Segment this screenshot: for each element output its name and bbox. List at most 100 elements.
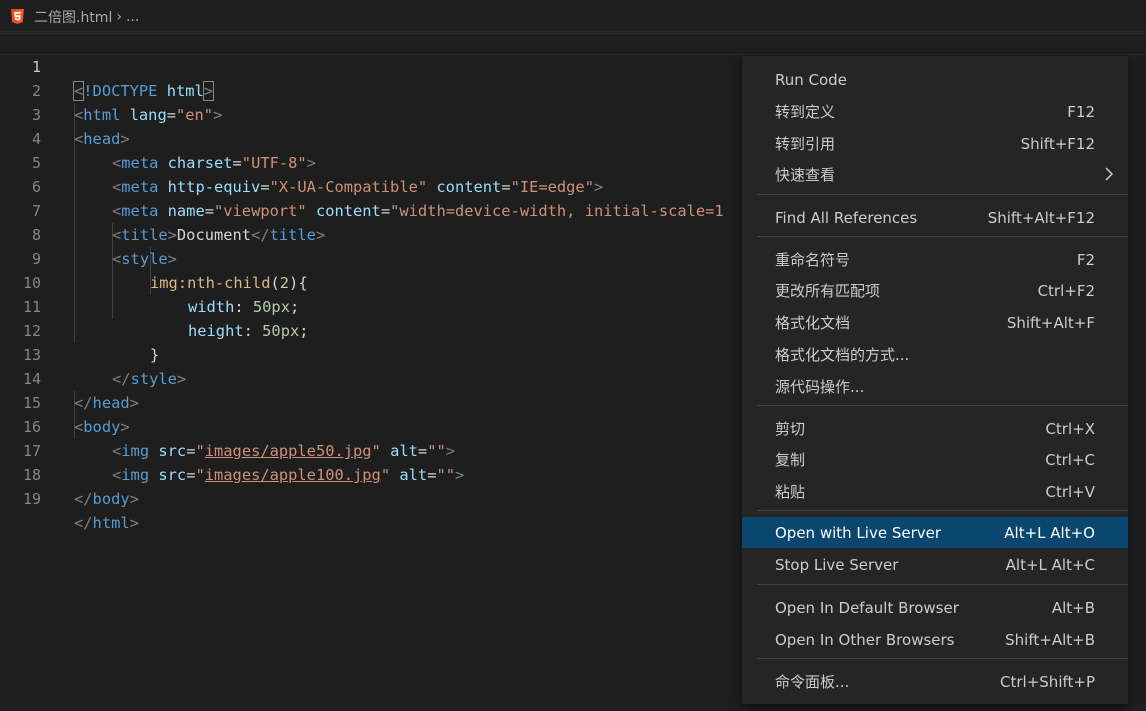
code-token: content xyxy=(315,202,381,220)
code-token: content xyxy=(436,178,502,196)
menu-item-label: Open In Other Browsers xyxy=(775,630,955,649)
code-token: > xyxy=(455,466,465,484)
code-token: " xyxy=(371,442,381,460)
code-token: > xyxy=(120,418,130,436)
menu-item-paste[interactable]: 粘贴 Ctrl+V xyxy=(742,476,1128,507)
code-token: = xyxy=(260,178,270,196)
code-token: "viewport" xyxy=(214,202,307,220)
menu-item-label: 复制 xyxy=(775,451,806,469)
breadcrumb-symbol[interactable]: ... xyxy=(126,9,139,25)
code-token: < xyxy=(72,81,85,101)
code-token: html xyxy=(92,514,130,532)
code-token: img xyxy=(121,442,150,460)
menu-item-peek[interactable]: 快速查看 xyxy=(742,159,1128,190)
code-line: 19 </html> xyxy=(0,463,139,532)
menu-item-label: 源代码操作... xyxy=(775,378,865,396)
code-line: 15 <body> xyxy=(0,367,130,436)
menu-item-command-palette[interactable]: 命令面板... Ctrl+Shift+P xyxy=(742,666,1128,697)
code-link[interactable]: images/apple100.jpg xyxy=(205,466,381,484)
code-token: > xyxy=(129,514,139,532)
menu-item-shortcut: F12 xyxy=(1067,102,1095,121)
menu-item-shortcut: F2 xyxy=(1076,250,1095,269)
menu-item-open-other-browsers[interactable]: Open In Other Browsers Shift+Alt+B xyxy=(742,624,1128,655)
menu-item-run-code[interactable]: Run Code xyxy=(742,64,1128,95)
code-token: = xyxy=(417,442,428,460)
code-token: > xyxy=(202,81,215,101)
menu-item-label: Open with Live Server xyxy=(775,523,942,542)
code-line: 5 <meta http-equiv="X-UA-Compatible" con… xyxy=(0,127,603,196)
code-token: 50px xyxy=(262,322,300,340)
line-number: 19 xyxy=(22,490,41,508)
menu-item-format-document-with[interactable]: 格式化文档的方式... xyxy=(742,339,1128,370)
code-token: "UTF-8" xyxy=(241,154,307,172)
code-link[interactable]: images/apple50.jpg xyxy=(205,442,372,460)
code-token: style xyxy=(130,370,177,388)
menu-item-rename-symbol[interactable]: 重命名符号 F2 xyxy=(742,244,1128,275)
breadcrumb-file[interactable]: 二倍图.html xyxy=(34,7,112,27)
menu-item-label: 剪切 xyxy=(775,420,806,438)
code-token: > xyxy=(306,154,316,172)
menu-item-find-all-references[interactable]: Find All References Shift+Alt+F12 xyxy=(742,202,1128,233)
menu-item-go-to-references[interactable]: 转到引用 Shift+F12 xyxy=(742,128,1128,159)
menu-item-shortcut: Ctrl+Shift+P xyxy=(1000,672,1095,691)
code-token: " xyxy=(195,466,205,484)
code-token: title xyxy=(121,226,168,244)
code-token: src xyxy=(158,442,187,460)
code-token: alt xyxy=(399,466,428,484)
code-token: charset xyxy=(167,154,233,172)
menu-item-change-all-occurrences[interactable]: 更改所有匹配项 Ctrl+F2 xyxy=(742,275,1128,306)
menu-item-label: 转到定义 xyxy=(775,103,836,121)
code-token: alt xyxy=(390,442,418,460)
code-token: src xyxy=(158,466,187,484)
code-token: http-equiv xyxy=(167,178,261,196)
code-token: : xyxy=(234,298,253,316)
code-line: 11 height: 50px; xyxy=(0,271,309,340)
menu-item-cut[interactable]: 剪切 Ctrl+X xyxy=(742,413,1128,444)
code-token: width xyxy=(188,298,235,316)
menu-item-open-default-browser[interactable]: Open In Default Browser Alt+B xyxy=(742,592,1128,623)
code-line: 10 width: 50px; xyxy=(0,247,299,316)
code-token: : xyxy=(243,322,263,340)
code-token: body xyxy=(83,418,121,436)
code-token: = xyxy=(501,178,511,196)
code-token: </ xyxy=(112,370,131,388)
code-token: height xyxy=(188,322,244,340)
menu-item-stop-live-server[interactable]: Stop Live Server Alt+L Alt+C xyxy=(742,549,1128,580)
code-line: 16 <img src="images/apple50.jpg" alt=""> xyxy=(0,391,455,460)
code-line: 13 </style> xyxy=(0,319,186,388)
code-line: 12 } xyxy=(0,295,159,364)
current-line-highlight xyxy=(0,31,1146,55)
code-token: < xyxy=(112,226,122,244)
code-token: < xyxy=(112,178,122,196)
menu-separator xyxy=(757,658,1128,659)
menu-item-format-document[interactable]: 格式化文档 Shift+Alt+F xyxy=(742,307,1128,338)
code-token: > xyxy=(167,226,177,244)
code-token: < xyxy=(112,202,122,220)
code-token: 2 xyxy=(279,274,290,292)
menu-item-label: 粘贴 xyxy=(775,483,806,501)
code-token: > xyxy=(129,394,139,412)
code-token: html xyxy=(83,106,121,124)
menu-item-go-to-definition[interactable]: 转到定义 F12 xyxy=(742,96,1128,127)
breadcrumb-separator: › xyxy=(116,8,122,25)
code-token: ) xyxy=(289,274,299,292)
menu-item-shortcut: Shift+Alt+F12 xyxy=(987,208,1095,227)
code-token: "" xyxy=(427,442,446,460)
code-token: " xyxy=(195,442,205,460)
code-line: 2 <html lang="en"> xyxy=(0,55,222,124)
menu-separator xyxy=(757,510,1128,511)
code-token: = xyxy=(204,202,214,220)
chevron-right-icon xyxy=(1105,167,1114,181)
code-token: { xyxy=(298,274,308,292)
menu-item-copy[interactable]: 复制 Ctrl+C xyxy=(742,444,1128,475)
menu-item-source-action[interactable]: 源代码操作... xyxy=(742,371,1128,402)
code-token: > xyxy=(176,370,187,388)
menu-item-shortcut: Ctrl+C xyxy=(1045,450,1095,469)
code-token: < xyxy=(112,466,122,484)
menu-item-open-with-live-server[interactable]: Open with Live Server Alt+L Alt+O xyxy=(742,517,1128,548)
code-token: head xyxy=(83,130,121,148)
code-token: " xyxy=(380,466,391,484)
